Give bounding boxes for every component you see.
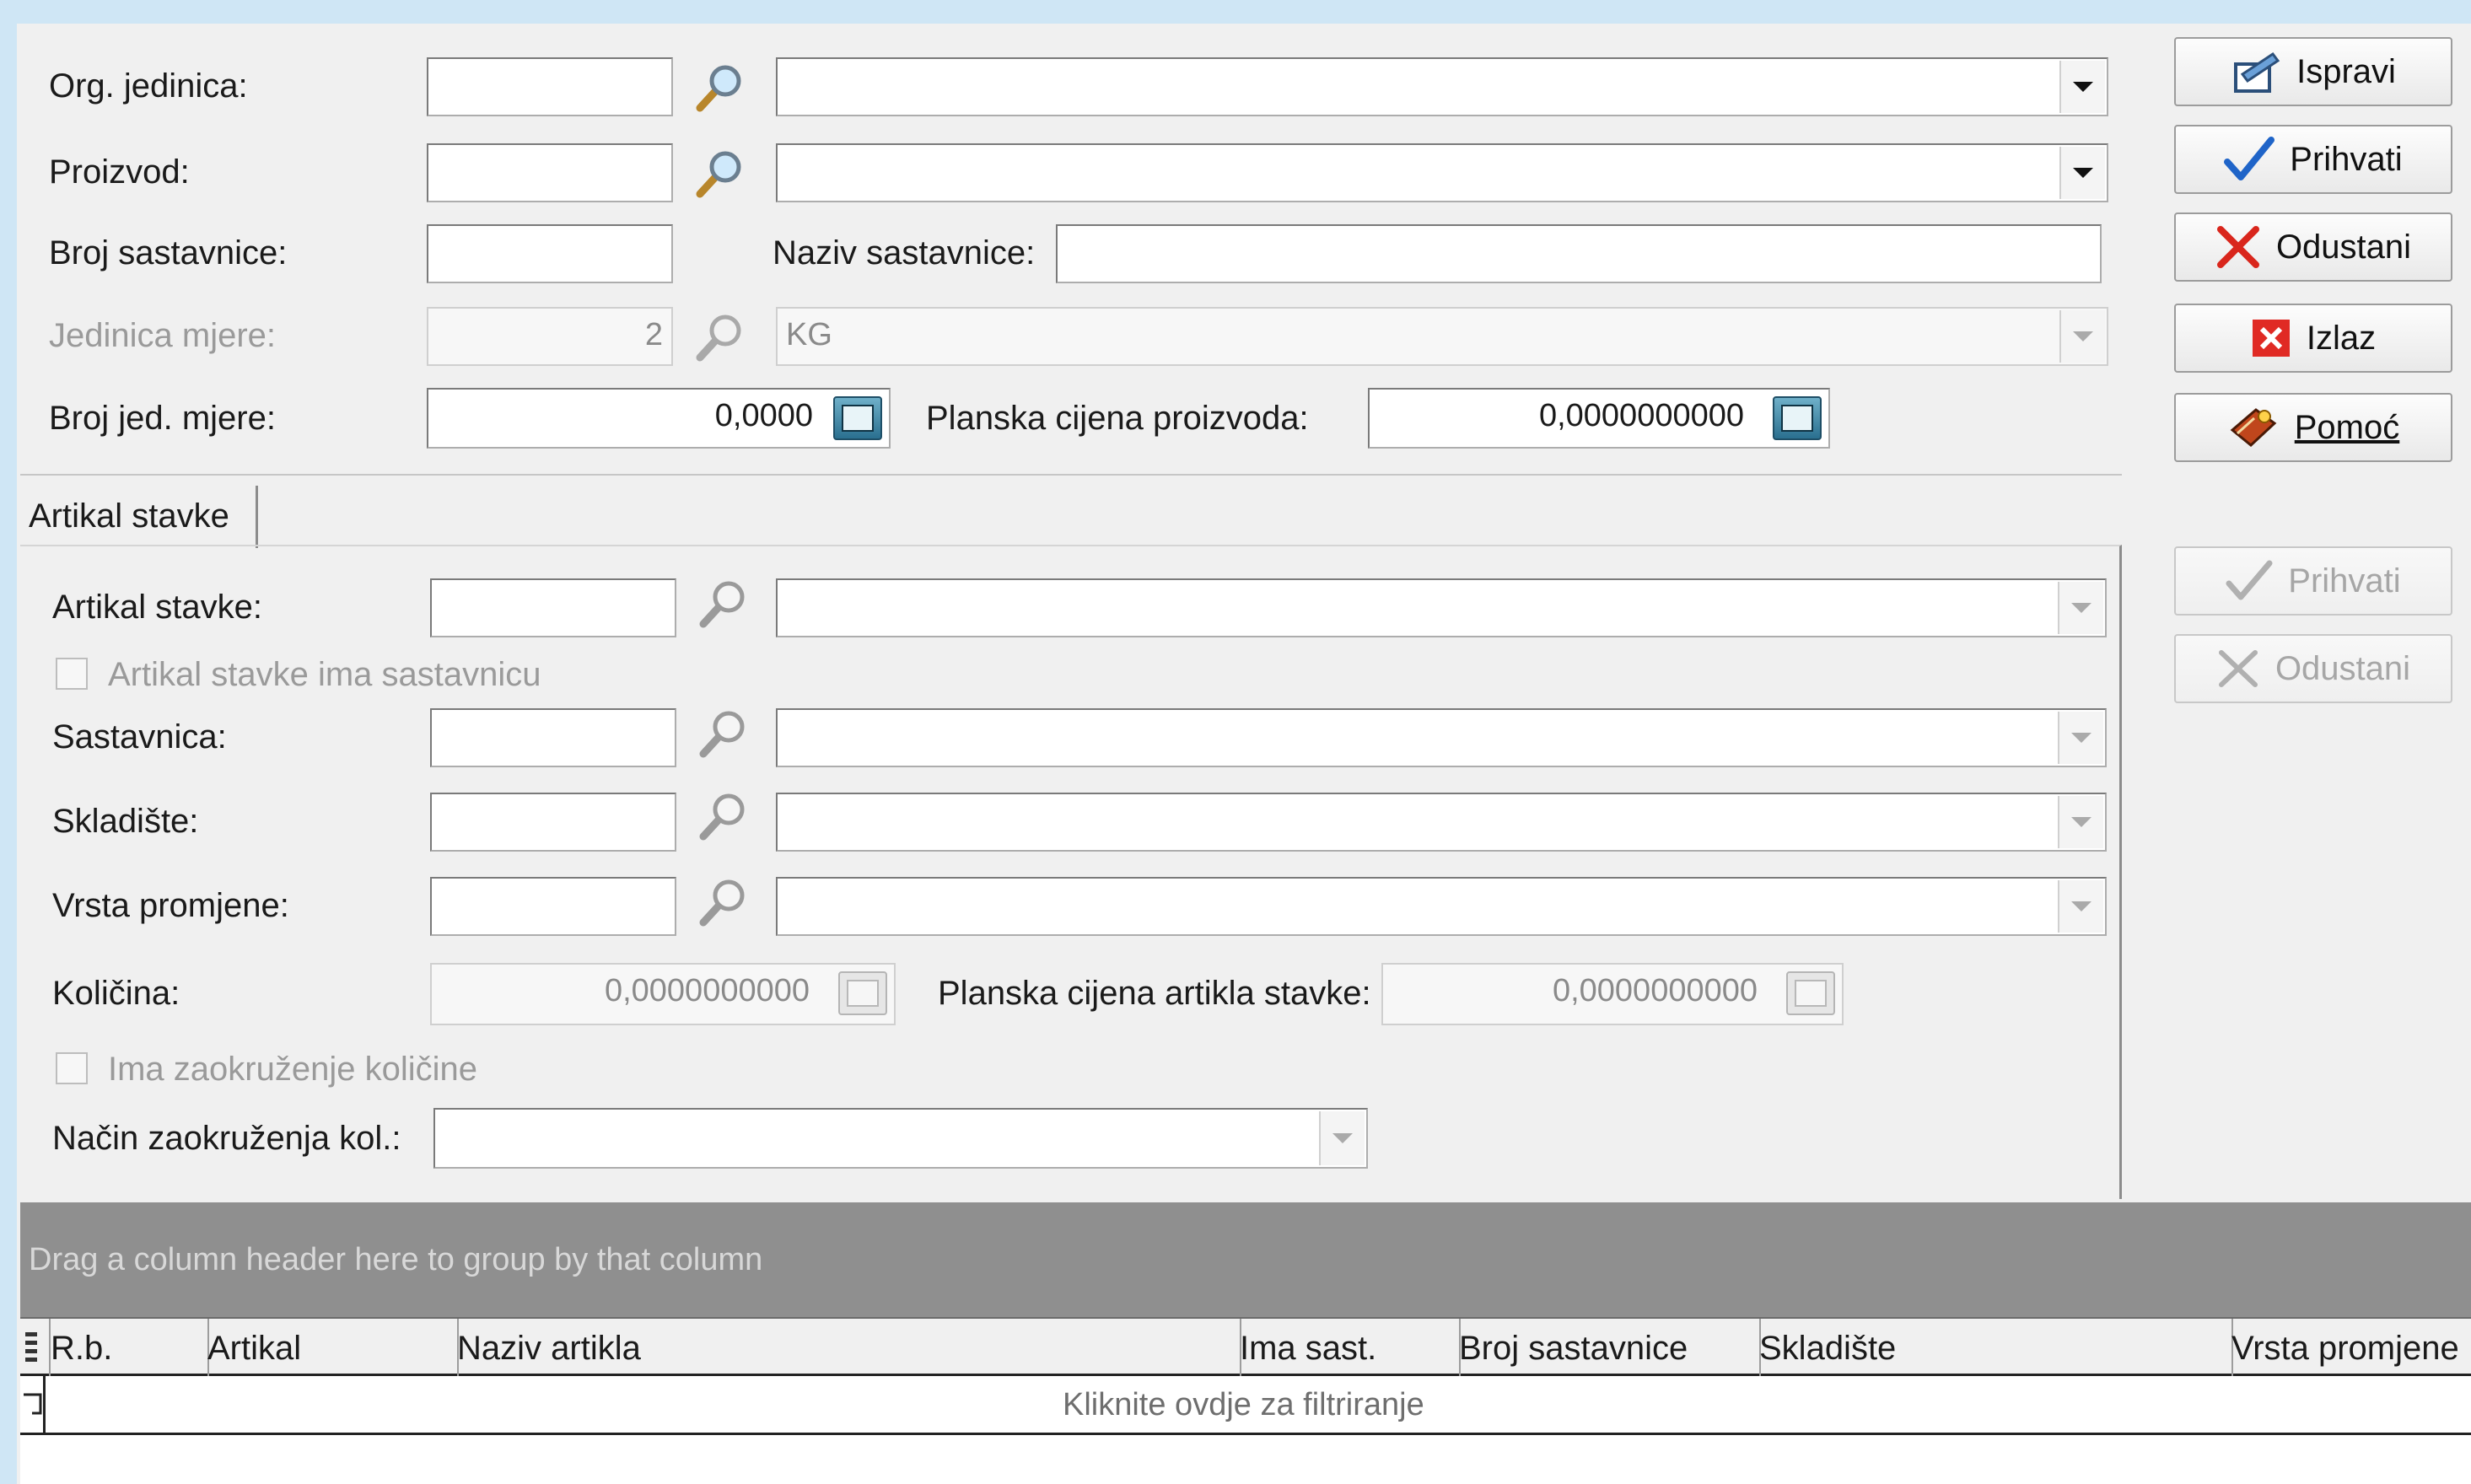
column-header[interactable]: Broj sastavnice <box>1454 1319 1761 1378</box>
chevron-down-icon[interactable] <box>2059 61 2105 113</box>
org-unit-label: Org. jedinica: <box>49 67 248 105</box>
tab-panel <box>20 545 2122 1199</box>
calculator-icon <box>838 971 887 1015</box>
bom-number-input[interactable] <box>427 224 673 283</box>
warehouse-input[interactable] <box>430 793 676 852</box>
item-article-label: Artikal stavke: <box>52 589 262 626</box>
grid-body <box>20 1435 2471 1484</box>
bom-name-input[interactable] <box>1056 224 2102 283</box>
quantity-label: Količina: <box>52 975 180 1012</box>
item-accept-label: Prihvati <box>2288 562 2401 600</box>
column-header[interactable]: Naziv artikla <box>452 1319 1241 1378</box>
has-bom-label: Artikal stavke ima sastavnicu <box>108 656 541 693</box>
column-header[interactable]: Skladište <box>1754 1319 2233 1378</box>
calculator-icon[interactable] <box>1773 396 1822 440</box>
org-unit-search-icon[interactable] <box>693 61 747 115</box>
item-article-input[interactable] <box>430 578 676 637</box>
item-article-search-icon[interactable] <box>697 577 751 631</box>
product-code-input[interactable] <box>427 143 673 202</box>
planned-price-input[interactable]: 0,0000000000 <box>1368 388 1830 449</box>
unit-of-measure-code: 2 <box>427 307 673 366</box>
chevron-down-icon[interactable] <box>2058 796 2103 848</box>
item-cancel-button[interactable]: Odustani <box>2174 634 2452 703</box>
product-search-icon[interactable] <box>693 147 747 201</box>
exit-label: Izlaz <box>2306 319 2377 357</box>
unit-of-measure-label: Jedinica mjere: <box>49 317 277 354</box>
item-article-combo[interactable] <box>776 578 2107 637</box>
chevron-down-icon[interactable] <box>2058 582 2103 634</box>
cancel-label: Odustani <box>2275 228 2412 266</box>
item-planned-price-input[interactable]: 0,0000000000 <box>1381 963 1844 1025</box>
bom-number-label: Broj sastavnice: <box>49 234 288 272</box>
help-book-icon <box>2230 408 2277 447</box>
item-planned-price-label: Planska cijena artikla stavke: <box>938 975 1371 1012</box>
accept-label: Prihvati <box>2290 140 2403 178</box>
exit-button[interactable]: Izlaz <box>2174 304 2452 373</box>
edit-icon <box>2234 51 2280 93</box>
bom-search-icon[interactable] <box>697 707 751 761</box>
unit-search-icon <box>693 310 747 364</box>
chevron-down-icon[interactable] <box>1319 1111 1365 1165</box>
exit-icon <box>2252 320 2290 357</box>
unit-count-input[interactable]: 0,0000 <box>427 388 891 449</box>
unit-of-measure-value: KG <box>786 317 832 352</box>
group-by-hint: Drag a column header here to group by th… <box>29 1242 763 1277</box>
accept-button[interactable]: Prihvati <box>2174 125 2452 194</box>
filter-hint: Kliknite ovdje za filtriranje <box>1063 1387 1424 1422</box>
edit-label: Ispravi <box>2296 52 2396 90</box>
product-name-combo[interactable] <box>776 143 2108 202</box>
close-icon <box>2218 650 2258 687</box>
tab-artikal-stavke[interactable]: Artikal stavke <box>20 486 258 548</box>
item-cancel-label: Odustani <box>2275 649 2411 687</box>
change-type-label: Vrsta promjene: <box>52 887 289 924</box>
org-unit-code-input[interactable] <box>427 57 673 116</box>
column-header[interactable]: Ima sast. <box>1235 1319 1461 1378</box>
tab-label: Artikal stavke <box>29 497 229 535</box>
bom-label: Sastavnica: <box>52 718 227 755</box>
calculator-icon <box>1786 971 1835 1015</box>
rounding-label: Ima zaokruženje količine <box>108 1051 477 1088</box>
item-accept-button[interactable]: Prihvati <box>2174 546 2452 616</box>
warehouse-combo[interactable] <box>776 793 2107 852</box>
change-type-combo[interactable] <box>776 877 2107 936</box>
filter-icon <box>20 1376 46 1433</box>
product-label: Proizvod: <box>49 153 190 191</box>
column-header[interactable]: Artikal <box>202 1319 459 1378</box>
org-unit-name-combo[interactable] <box>776 57 2108 116</box>
filter-row[interactable]: Kliknite ovdje za filtriranje <box>20 1376 2471 1435</box>
rounding-checkbox[interactable] <box>56 1052 88 1084</box>
unit-of-measure-combo: KG <box>776 307 2108 366</box>
chevron-down-icon[interactable] <box>2059 147 2105 199</box>
rounding-method-combo[interactable] <box>433 1108 1368 1169</box>
column-header[interactable]: R.b. <box>46 1319 209 1378</box>
help-label: Pomoć <box>2294 408 2400 446</box>
has-bom-checkbox[interactable] <box>56 658 88 690</box>
chevron-down-icon[interactable] <box>2058 712 2103 764</box>
check-icon <box>2224 137 2275 180</box>
calculator-icon[interactable] <box>833 396 882 440</box>
planned-price-label: Planska cijena proizvoda: <box>926 400 1309 437</box>
rounding-method-label: Način zaokruženja kol.: <box>52 1120 401 1157</box>
cancel-button[interactable]: Odustani <box>2174 212 2452 282</box>
change-type-input[interactable] <box>430 877 676 936</box>
warehouse-search-icon[interactable] <box>697 789 751 843</box>
divider <box>20 474 2122 476</box>
grid-header-row: R.b. Artikal Naziv artikla Ima sast. Bro… <box>20 1317 2471 1378</box>
unit-count-label: Broj jed. mjere: <box>49 400 276 437</box>
quantity-input[interactable]: 0,0000000000 <box>430 963 896 1025</box>
chevron-down-icon <box>2059 310 2105 363</box>
help-button[interactable]: Pomoć <box>2174 393 2452 462</box>
bom-name-label: Naziv sastavnice: <box>773 234 1036 272</box>
chevron-down-icon[interactable] <box>2058 880 2103 933</box>
column-header[interactable]: Vrsta promjene <box>2226 1319 2471 1378</box>
change-type-search-icon[interactable] <box>697 875 751 929</box>
edit-button[interactable]: Ispravi <box>2174 37 2452 106</box>
close-icon <box>2216 226 2259 268</box>
warehouse-label: Skladište: <box>52 803 199 840</box>
bom-input[interactable] <box>430 708 676 767</box>
group-by-panel[interactable]: Drag a column header here to group by th… <box>20 1202 2471 1317</box>
bom-combo[interactable] <box>776 708 2107 767</box>
check-icon <box>2226 560 2273 600</box>
